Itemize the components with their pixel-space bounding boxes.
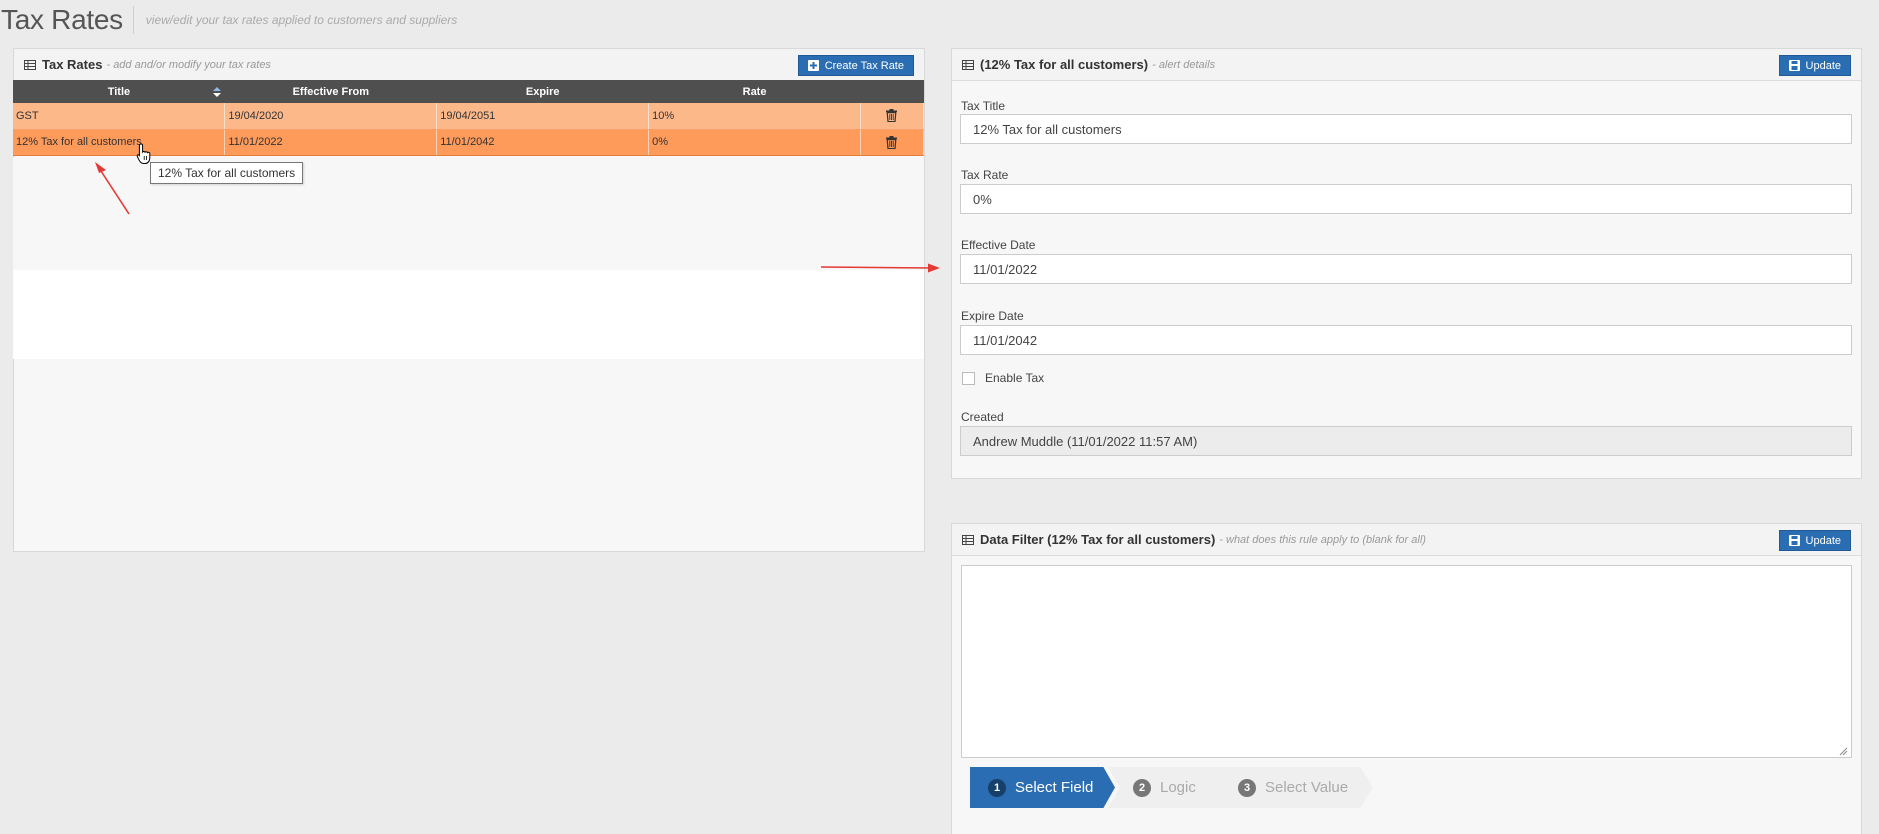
- page-title: Tax Rates: [1, 4, 123, 35]
- column-header-rate[interactable]: Rate: [648, 80, 861, 103]
- cell-delete: [860, 103, 925, 130]
- header-divider: [132, 6, 134, 34]
- expire-date-input[interactable]: [960, 325, 1852, 355]
- table-row[interactable]: GST 19/04/2020 19/04/2051 10%: [13, 103, 925, 130]
- page-header: Tax Rates view/edit your tax rates appli…: [0, 0, 457, 40]
- column-header-title[interactable]: Title: [13, 80, 225, 103]
- resize-grip-icon[interactable]: [1838, 746, 1848, 756]
- data-filter-textarea[interactable]: [961, 565, 1852, 758]
- save-icon: [1788, 60, 1800, 71]
- cell-title: GST: [13, 103, 226, 130]
- data-filter-panel-title: Data Filter (12% Tax for all customers): [980, 532, 1216, 547]
- tax-rates-panel-header: Tax Rates - add and/or modify your tax r…: [14, 49, 924, 81]
- trash-icon[interactable]: [886, 135, 898, 149]
- tax-detail-panel-title: (12% Tax for all customers): [980, 57, 1149, 72]
- grid-icon: [962, 59, 974, 70]
- grid-icon: [962, 534, 974, 545]
- step-number-badge: 3: [1238, 778, 1256, 797]
- create-tax-rate-label: Create Tax Rate: [824, 59, 904, 72]
- step-label: Logic: [1160, 779, 1196, 796]
- step-select-field[interactable]: 1 Select Field: [970, 767, 1115, 808]
- table-header-row: Title Effective From Expire Rate: [13, 80, 924, 103]
- tax-title-label: Tax Title: [961, 99, 1006, 113]
- expire-date-label: Expire Date: [961, 309, 1024, 323]
- create-tax-rate-button[interactable]: Create Tax Rate: [797, 55, 914, 76]
- created-field: [960, 426, 1852, 456]
- cell-title: 12% Tax for all customers: [13, 129, 226, 156]
- tax-rate-label: Tax Rate: [961, 168, 1009, 182]
- cell-delete: [860, 129, 925, 156]
- column-header-expire[interactable]: Expire: [436, 80, 649, 103]
- page-subtitle: view/edit your tax rates applied to cust…: [145, 13, 458, 27]
- tax-rate-input[interactable]: [960, 184, 1852, 214]
- update-tax-button[interactable]: Update: [1778, 55, 1851, 76]
- cell-expire: 19/04/2051: [436, 103, 650, 130]
- cell-expire: 11/01/2042: [436, 129, 650, 156]
- data-filter-panel-subtitle: - what does this rule apply to (blank fo…: [1219, 533, 1426, 546]
- plus-square-icon: [807, 60, 819, 71]
- effective-date-label: Effective Date: [961, 238, 1036, 252]
- step-number-badge: 1: [988, 778, 1006, 797]
- tooltip: 12% Tax for all customers: [150, 162, 304, 184]
- enable-tax-label: Enable Tax: [985, 371, 1045, 385]
- step-label: Select Value: [1265, 779, 1349, 796]
- created-label: Created: [961, 410, 1004, 424]
- data-filter-panel-header: Data Filter (12% Tax for all customers) …: [952, 524, 1861, 556]
- cell-rate: 0%: [648, 129, 861, 156]
- trash-icon[interactable]: [886, 109, 898, 123]
- grid-icon: [24, 59, 36, 70]
- step-number-badge: 2: [1133, 778, 1151, 797]
- cell-effective-from: 19/04/2020: [224, 103, 438, 130]
- step-label: Select Field: [1015, 779, 1094, 796]
- cell-effective-from: 11/01/2022: [224, 129, 438, 156]
- tax-title-input[interactable]: [960, 114, 1852, 144]
- column-title-label: Title: [107, 85, 131, 98]
- tax-rates-panel-subtitle: - add and/or modify your tax rates: [106, 58, 271, 71]
- save-icon: [1788, 535, 1800, 546]
- effective-date-input[interactable]: [960, 254, 1852, 284]
- tax-detail-panel-subtitle: - alert details: [1152, 58, 1216, 71]
- update-tax-label: Update: [1805, 59, 1841, 72]
- tax-detail-panel-header: (12% Tax for all customers) - alert deta…: [952, 49, 1861, 81]
- step-select-value[interactable]: 3 Select Value: [1213, 767, 1373, 808]
- tax-rates-panel-title: Tax Rates: [42, 57, 103, 72]
- sort-icon[interactable]: [212, 87, 221, 97]
- update-filter-button[interactable]: Update: [1778, 530, 1851, 551]
- enable-tax-checkbox[interactable]: [962, 372, 975, 385]
- column-header-actions: [860, 80, 924, 103]
- update-filter-label: Update: [1805, 534, 1841, 547]
- step-logic[interactable]: 2 Logic: [1108, 767, 1226, 808]
- list-empty-area-white: [13, 270, 924, 359]
- column-header-effective-from[interactable]: Effective From: [224, 80, 437, 103]
- cell-rate: 10%: [648, 103, 861, 130]
